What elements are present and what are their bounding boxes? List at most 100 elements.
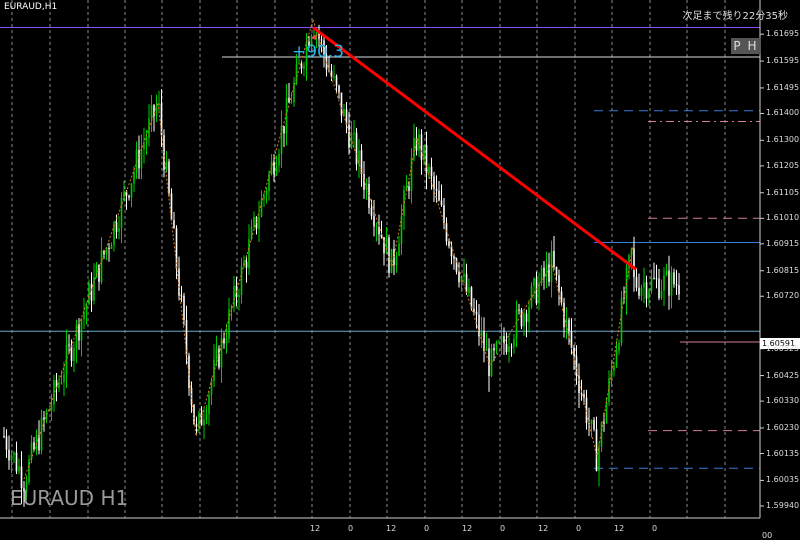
candle-body bbox=[173, 220, 175, 229]
x-tick-label: 12 bbox=[538, 524, 549, 533]
candle-body bbox=[490, 348, 493, 377]
candle-body bbox=[408, 186, 410, 191]
ph-button-p: P bbox=[733, 39, 743, 53]
candle-body bbox=[568, 319, 570, 331]
y-tick-label: 1.60425 bbox=[766, 370, 800, 380]
candle-body bbox=[500, 336, 503, 342]
candle-body bbox=[383, 237, 385, 254]
candle-body bbox=[385, 237, 388, 254]
candle-body bbox=[593, 419, 595, 430]
candle-body bbox=[63, 374, 65, 383]
candle-body bbox=[488, 348, 490, 377]
candle-body bbox=[90, 283, 93, 301]
candle-body bbox=[595, 429, 598, 472]
candle-body bbox=[370, 207, 373, 216]
y-tick-label: 1.60720 bbox=[766, 291, 800, 301]
candle-body bbox=[590, 419, 593, 425]
candle-body bbox=[228, 309, 230, 339]
candle-body bbox=[303, 65, 305, 69]
candle-body bbox=[78, 323, 80, 341]
candle-body bbox=[203, 419, 205, 426]
candle-body bbox=[678, 285, 680, 295]
candle-body bbox=[273, 161, 275, 175]
candle-body bbox=[215, 348, 218, 360]
candle-body bbox=[548, 264, 550, 282]
y-tick-label: 1.60035 bbox=[766, 475, 800, 485]
candle-body bbox=[275, 165, 278, 175]
candle-body bbox=[438, 190, 440, 201]
y-tick-label: 1.60915 bbox=[766, 238, 800, 248]
candle-body bbox=[423, 145, 425, 160]
candle-body bbox=[278, 153, 280, 166]
x-tick-label: 0 bbox=[424, 524, 430, 533]
candle-body bbox=[340, 92, 343, 116]
candle-body bbox=[373, 215, 375, 227]
candle-body bbox=[395, 255, 398, 266]
candle-body bbox=[388, 237, 390, 273]
candle-body bbox=[518, 309, 520, 311]
candle-body bbox=[420, 134, 423, 160]
candle-body bbox=[470, 287, 473, 309]
y-tick-label: 1.61205 bbox=[766, 160, 800, 170]
candle-body bbox=[133, 172, 135, 184]
candle-body bbox=[205, 413, 208, 420]
price-chart[interactable] bbox=[0, 0, 800, 540]
candle-body bbox=[213, 359, 215, 382]
candle-body bbox=[345, 109, 348, 125]
candle-body bbox=[258, 216, 260, 229]
corner-label: 00 bbox=[762, 531, 773, 540]
candle-body bbox=[428, 166, 430, 174]
candle-body bbox=[645, 282, 648, 299]
y-tick-label: 1.60815 bbox=[766, 265, 800, 275]
candle-body bbox=[20, 466, 23, 489]
candle-body bbox=[638, 287, 640, 296]
candle-body bbox=[480, 331, 483, 337]
candle-body bbox=[673, 272, 675, 285]
candle-body bbox=[208, 394, 210, 414]
candle-body bbox=[333, 76, 335, 78]
y-tick-label: 1.61300 bbox=[766, 135, 800, 145]
candle-body bbox=[238, 295, 240, 298]
candle-body bbox=[640, 287, 643, 296]
candle-body bbox=[65, 344, 68, 375]
candle-body bbox=[53, 380, 55, 405]
candle-body bbox=[520, 309, 523, 327]
candle-body bbox=[118, 228, 120, 232]
y-tick-label: 1.61695 bbox=[766, 29, 800, 39]
candle-body bbox=[160, 103, 163, 136]
candle-body bbox=[40, 417, 43, 451]
candle-body bbox=[138, 149, 140, 169]
candle-body bbox=[283, 126, 285, 134]
y-tick-label: 1.61010 bbox=[766, 213, 800, 223]
candle-body bbox=[195, 423, 198, 427]
candle-body bbox=[473, 308, 475, 312]
candle-body bbox=[663, 275, 665, 291]
candle-body bbox=[495, 341, 498, 351]
candle-body bbox=[430, 166, 433, 177]
candle-body bbox=[618, 343, 620, 351]
candle-body bbox=[260, 199, 263, 217]
candle-body bbox=[650, 277, 653, 291]
x-tick-label: 0 bbox=[348, 524, 354, 533]
candle-body bbox=[18, 466, 20, 472]
x-tick-label: 0 bbox=[576, 524, 582, 533]
candle-body bbox=[130, 183, 133, 198]
candle-body bbox=[398, 243, 400, 256]
ph-button[interactable]: P H bbox=[731, 38, 761, 54]
candle-body bbox=[223, 338, 225, 344]
candle-body bbox=[453, 256, 455, 259]
candle-body bbox=[35, 435, 38, 450]
y-tick-label: 1.61400 bbox=[766, 108, 800, 118]
candle-body bbox=[338, 85, 340, 93]
candle-body bbox=[513, 338, 515, 347]
candle-body bbox=[603, 422, 605, 424]
candle-body bbox=[110, 245, 113, 250]
candle-body bbox=[425, 145, 428, 174]
candle-body bbox=[50, 404, 53, 411]
candle-body bbox=[108, 247, 110, 250]
candle-body bbox=[563, 302, 565, 328]
candle-body bbox=[143, 143, 145, 150]
ph-button-h: H bbox=[747, 39, 759, 53]
candle-body bbox=[225, 338, 228, 344]
candle-body bbox=[508, 346, 510, 353]
